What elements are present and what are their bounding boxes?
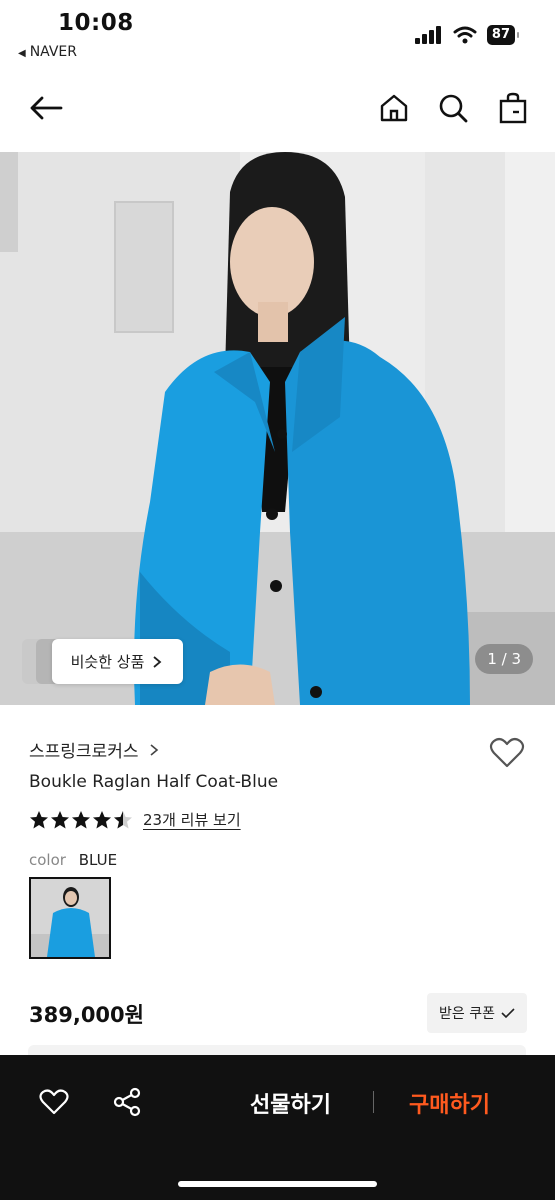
cart-button[interactable] bbox=[493, 88, 533, 128]
star-rating bbox=[29, 810, 133, 830]
product-image-carousel[interactable]: 비슷한 상품 1 / 3 bbox=[0, 152, 555, 705]
chevron-right-icon bbox=[153, 655, 162, 668]
back-arrow-icon bbox=[30, 96, 63, 120]
half-star-icon bbox=[114, 810, 132, 828]
top-nav bbox=[0, 80, 555, 140]
back-to-app[interactable]: ◀ NAVER bbox=[18, 44, 77, 60]
star-icon bbox=[93, 810, 111, 828]
share-icon bbox=[113, 1087, 141, 1117]
home-button[interactable] bbox=[374, 88, 414, 128]
image-page-indicator: 1 / 3 bbox=[475, 644, 533, 674]
back-button[interactable] bbox=[26, 88, 66, 128]
status-bar: 10:08 ◀ NAVER 87 bbox=[0, 0, 555, 70]
product-name: Boukle Raglan Half Coat-Blue bbox=[29, 772, 279, 792]
bottom-divider bbox=[373, 1091, 374, 1113]
heart-icon bbox=[39, 1089, 69, 1115]
wishlist-heart-icon[interactable] bbox=[489, 735, 525, 771]
similar-products-label: 비슷한 상품 bbox=[70, 653, 145, 671]
shopping-bag-icon bbox=[499, 92, 527, 124]
buy-button[interactable]: 구매하기 bbox=[409, 1087, 490, 1119]
star-icon bbox=[72, 810, 90, 828]
status-time: 10:08 bbox=[58, 10, 134, 36]
color-swatch-blue[interactable] bbox=[29, 877, 111, 959]
battery-indicator: 87 bbox=[486, 25, 520, 45]
brand-name: 스프링크로커스 bbox=[29, 742, 139, 762]
similar-products-button[interactable]: 비슷한 상품 bbox=[52, 639, 183, 684]
star-icon bbox=[51, 810, 69, 828]
home-icon bbox=[380, 94, 408, 122]
reviews-link[interactable]: 23개 리뷰 보기 bbox=[143, 809, 241, 830]
bottom-wishlist-button[interactable] bbox=[38, 1086, 70, 1118]
chevron-right-icon bbox=[150, 744, 159, 756]
signal-icon bbox=[414, 26, 441, 44]
color-row: color BLUE bbox=[29, 851, 117, 869]
coupon-label: 받은 쿠폰 bbox=[439, 1006, 495, 1022]
product-photo bbox=[0, 152, 555, 705]
gift-button[interactable]: 선물하기 bbox=[250, 1087, 331, 1119]
back-triangle-icon: ◀ bbox=[18, 48, 26, 59]
home-indicator bbox=[178, 1181, 377, 1187]
swatch-thumbnail bbox=[31, 879, 109, 957]
wifi-icon bbox=[453, 26, 477, 44]
check-icon bbox=[501, 1008, 515, 1019]
brand-link[interactable]: 스프링크로커스 bbox=[29, 737, 160, 762]
search-button[interactable] bbox=[433, 88, 473, 128]
coupon-button[interactable]: 받은 쿠폰 bbox=[427, 993, 527, 1033]
rating-row: 23개 리뷰 보기 bbox=[29, 809, 241, 830]
status-icons: 87 bbox=[414, 25, 520, 45]
share-button[interactable] bbox=[111, 1086, 143, 1118]
color-value: BLUE bbox=[78, 851, 118, 869]
search-icon bbox=[439, 94, 468, 123]
product-price: 389,000원 bbox=[29, 1003, 144, 1027]
bottom-action-bar: 선물하기 구매하기 bbox=[0, 1055, 555, 1200]
star-icon bbox=[30, 810, 48, 828]
color-label: color bbox=[29, 851, 66, 869]
back-app-label: NAVER bbox=[29, 44, 78, 60]
